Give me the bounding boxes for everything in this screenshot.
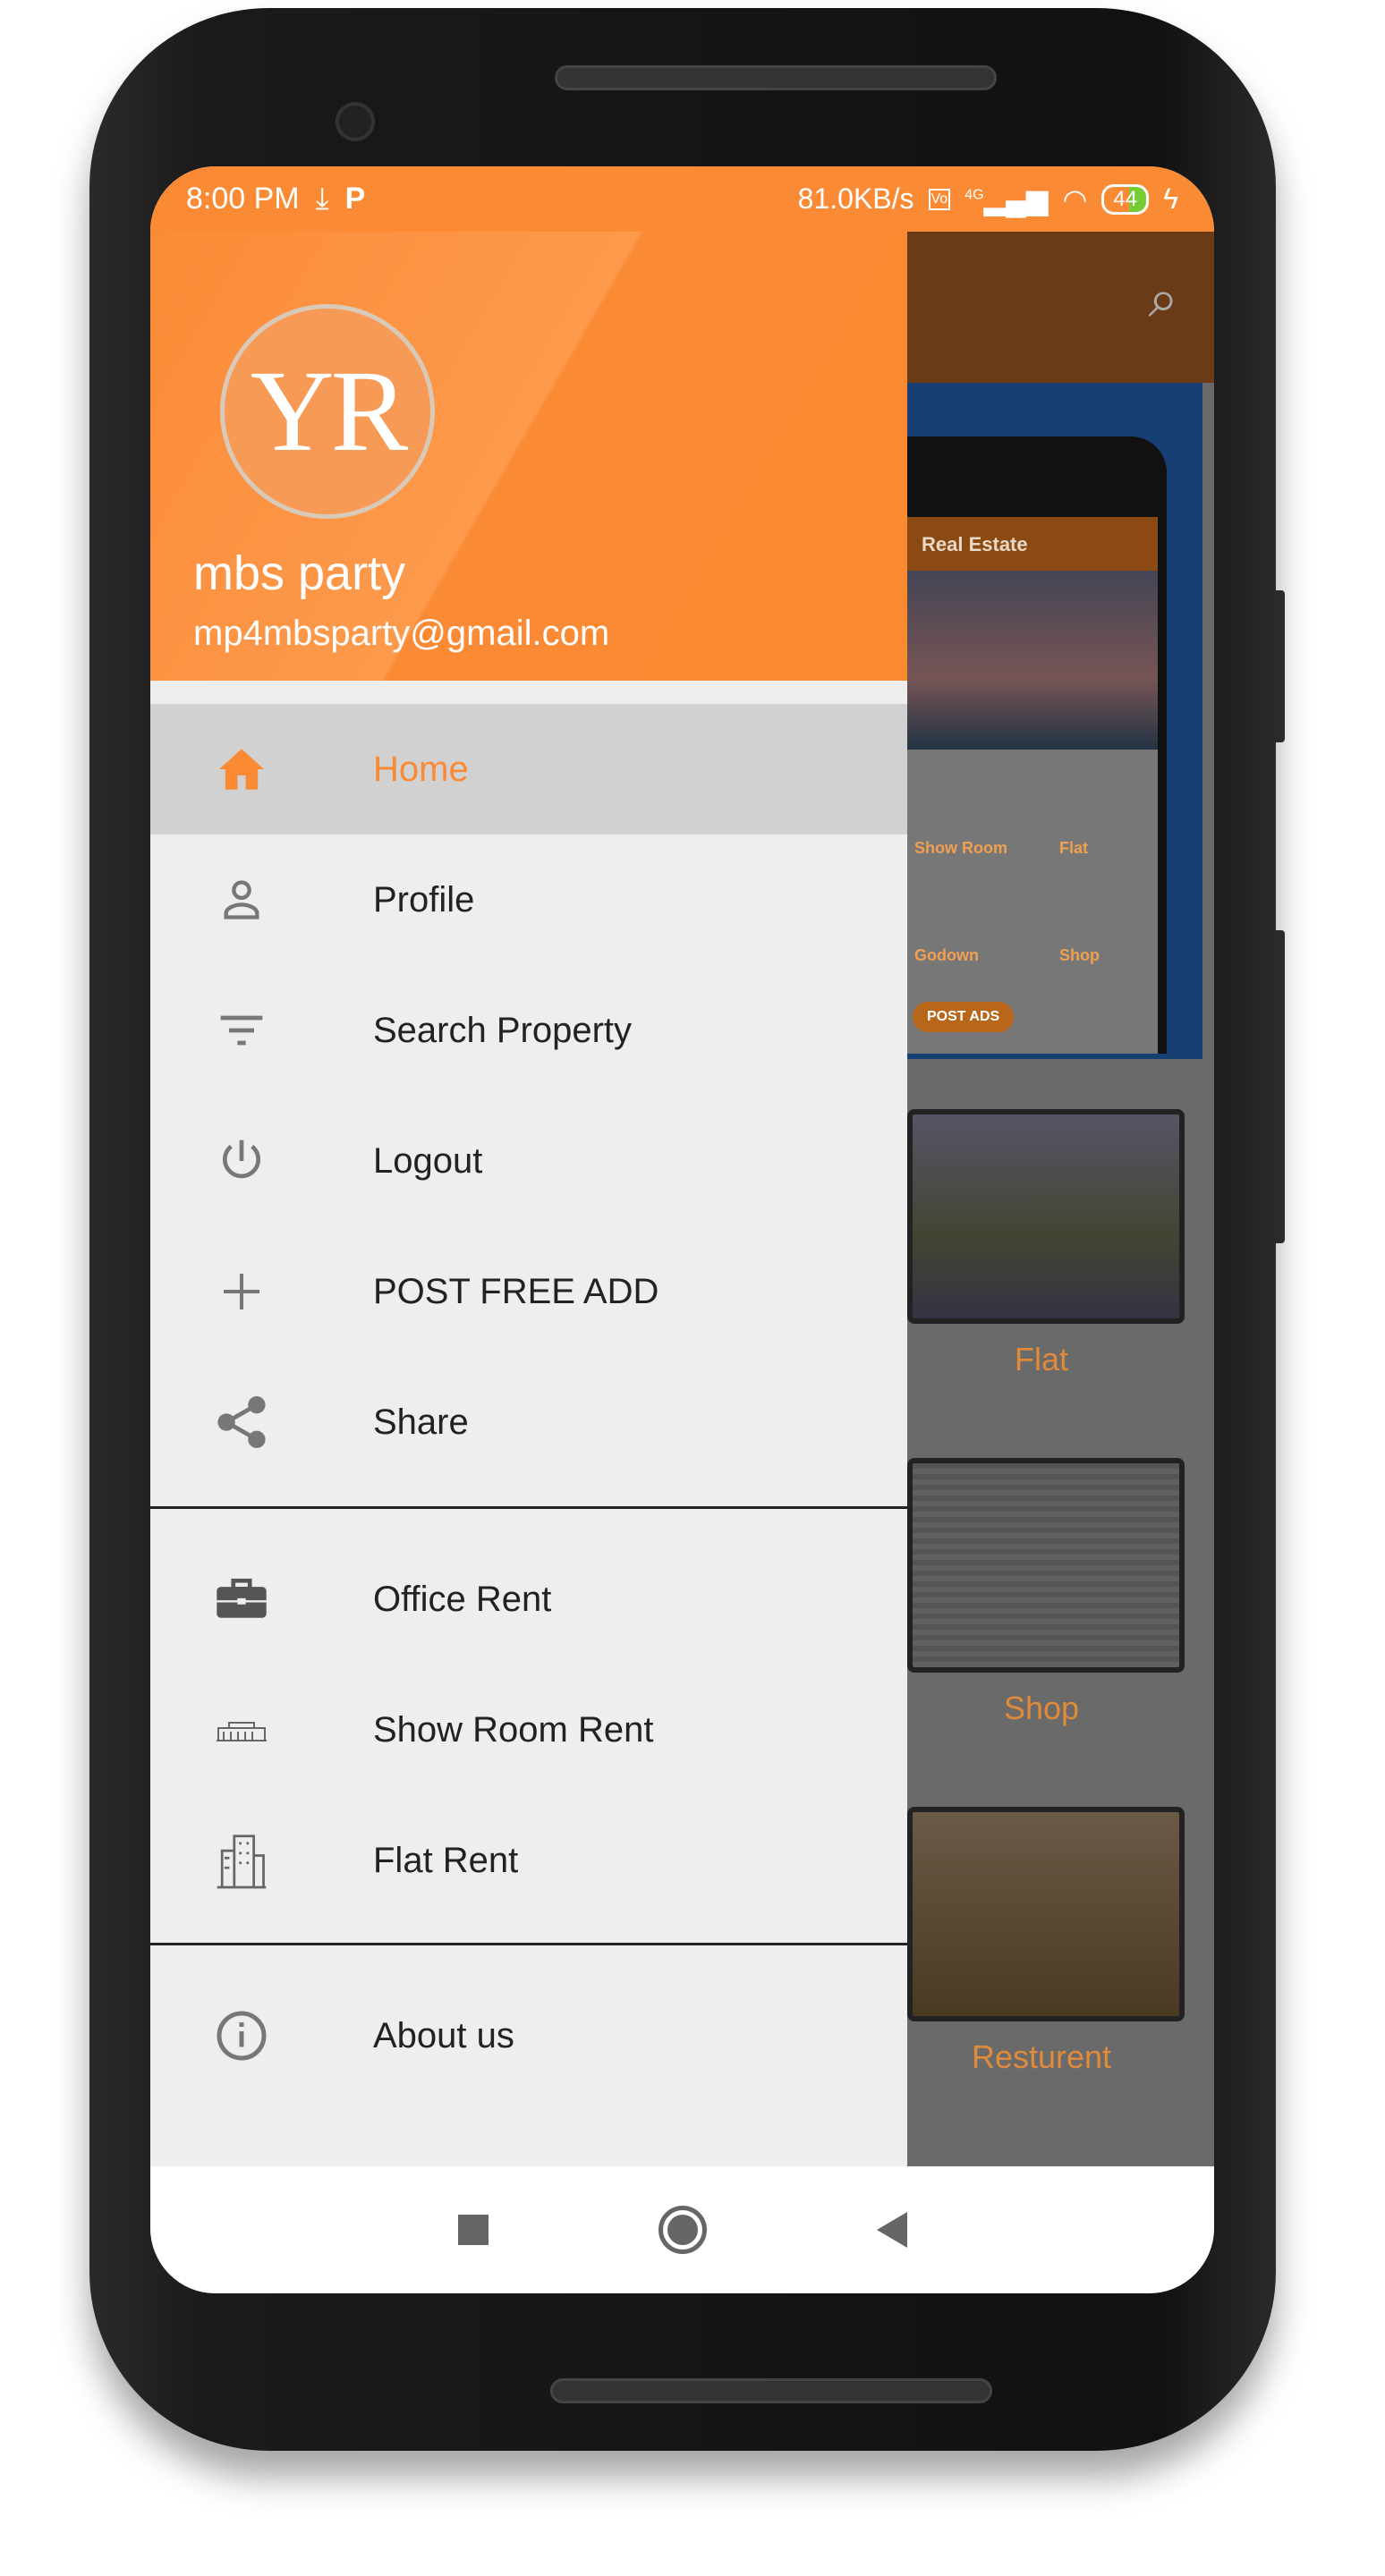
home-icon [215, 742, 268, 796]
charging-icon: ϟ [1163, 182, 1178, 215]
share-icon [215, 1395, 268, 1449]
filter-icon [215, 1004, 268, 1057]
drawer-item-label: Logout [373, 1140, 483, 1181]
drawer-item-label: POST FREE ADD [373, 1271, 659, 1311]
drawer-item-label: Search Property [373, 1010, 633, 1050]
drawer-item-about-us[interactable]: About us [150, 1970, 907, 2101]
category-card-shop[interactable] [907, 1458, 1185, 1673]
home-button-dot [667, 2215, 698, 2245]
card-label: Shop [1003, 1690, 1080, 1726]
plus-icon [215, 1265, 268, 1318]
recents-button[interactable] [457, 2215, 489, 2245]
promo-banner[interactable]: Real Estate Show Room Flat Godown Shop P… [907, 383, 1202, 1059]
drawer-item-post-free-add[interactable]: POST FREE ADD [150, 1226, 907, 1357]
drawer-header: YR mbs party mp4mbsparty@gmail.com [150, 166, 907, 681]
search-icon[interactable]: ⌕ [1148, 267, 1178, 330]
system-nav-bar [150, 2166, 1214, 2293]
power-button [1276, 590, 1285, 742]
drawer-item-label: Share [373, 1402, 469, 1442]
back-button[interactable] [876, 2212, 907, 2248]
drawer-item-label: Flat Rent [373, 1840, 519, 1880]
banner-phone-image: Real Estate Show Room Flat Godown Shop P… [907, 436, 1167, 1054]
mini-item-label: Show Room [914, 839, 1007, 857]
card-label: Flat [1014, 1341, 1068, 1377]
mini-item-label: Godown [914, 946, 979, 964]
drawer-item-show-room-rent[interactable]: Show Room Rent [150, 1665, 907, 1795]
mini-category-grid: Show Room Flat Godown Shop POST ADS [907, 750, 1158, 1054]
signal-icon: 4G▂▄▆ [964, 182, 1049, 216]
download-icon: ⤓ [315, 182, 329, 216]
mini-app-title: Real Estate [907, 517, 1158, 571]
user-name: mbs party [193, 547, 406, 600]
mini-item-label: Flat [1059, 839, 1089, 857]
mini-post-ads-button: POST ADS [913, 1002, 1015, 1032]
category-card-flat[interactable] [907, 1109, 1185, 1324]
showroom-icon [215, 1703, 268, 1757]
drawer-item-label: About us [373, 2015, 514, 2055]
mini-item-label: Shop [1059, 946, 1100, 964]
power-icon [215, 1134, 268, 1188]
front-camera [336, 102, 375, 141]
drawer-item-label: Profile [373, 879, 475, 919]
avatar[interactable]: YR [220, 304, 435, 519]
briefcase-icon [215, 1572, 268, 1626]
volte-icon: Vo [928, 188, 951, 210]
divider [150, 1506, 907, 1509]
card-label: Resturent [971, 2038, 1112, 2075]
drawer-item-share[interactable]: Share [150, 1357, 907, 1487]
drawer-item-search-property[interactable]: Search Property [150, 965, 907, 1096]
drawer-item-label: Show Room Rent [373, 1709, 654, 1750]
navigation-drawer: YR mbs party mp4mbsparty@gmail.com Home … [150, 166, 907, 2166]
info-icon [215, 2009, 268, 2063]
screen: 8:00 PM ⤓ P 81.0KB/s Vo 4G▂▄▆ ◠ 44 ϟ ⌕ R… [150, 166, 1214, 2293]
drawer-item-home[interactable]: Home [150, 704, 907, 835]
drawer-item-office-rent[interactable]: Office Rent [150, 1534, 907, 1665]
battery-icon: 44 [1101, 183, 1150, 215]
user-email: mp4mbsparty@gmail.com [193, 614, 610, 653]
drawer-item-flat-rent[interactable]: Flat Rent [150, 1795, 907, 1926]
drawer-item-label: Home [373, 749, 469, 789]
building-icon [215, 1834, 268, 1889]
mini-city-image [907, 571, 1158, 750]
drawer-item-profile[interactable]: Profile [150, 835, 907, 965]
status-time: 8:00 PM [186, 182, 300, 216]
status-bar: 8:00 PM ⤓ P 81.0KB/s Vo 4G▂▄▆ ◠ 44 ϟ [150, 166, 1214, 232]
bottom-speaker [550, 2378, 992, 2403]
home-button[interactable] [658, 2206, 707, 2254]
person-icon [215, 873, 268, 927]
parking-icon: P [344, 182, 366, 216]
network-speed: 81.0KB/s [797, 182, 914, 215]
volume-button [1276, 930, 1285, 1243]
divider [150, 1943, 907, 1945]
category-card-resturent[interactable] [907, 1807, 1185, 2021]
drawer-item-logout[interactable]: Logout [150, 1096, 907, 1226]
wifi-icon: ◠ [1062, 182, 1088, 216]
drawer-item-label: Office Rent [373, 1579, 552, 1619]
earpiece [555, 65, 997, 90]
